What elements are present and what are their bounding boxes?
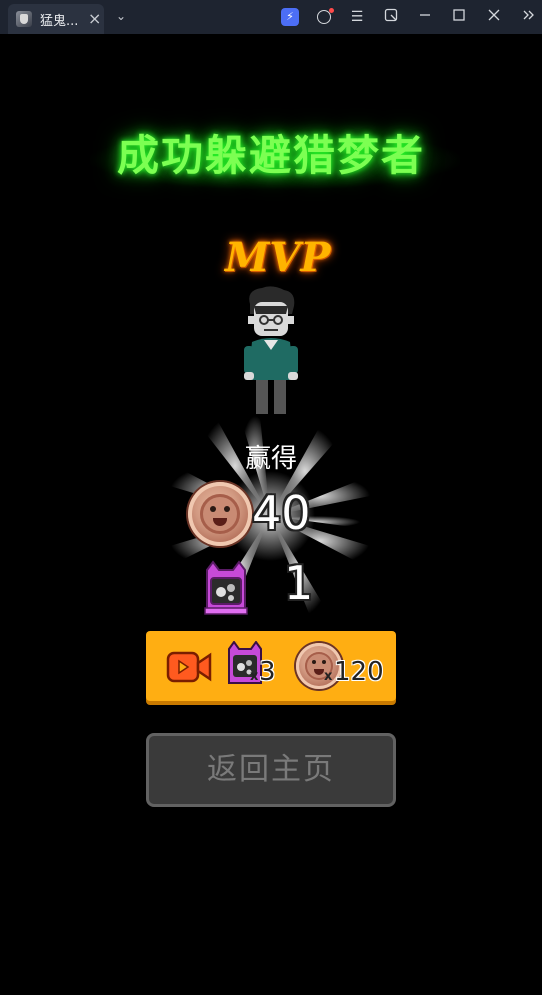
- lightning-extension-icon[interactable]: ⚡: [281, 8, 299, 26]
- mystery-box-icon: [204, 560, 248, 615]
- game-canvas: 成功躲避猎梦者 MVP 赢得 40 1 x 3 x 120 返回主页: [0, 34, 542, 995]
- tab-close-icon[interactable]: ×: [88, 11, 101, 27]
- close-window-icon[interactable]: [485, 8, 503, 26]
- menu-icon[interactable]: ☰: [348, 8, 366, 26]
- watch-ad-reward-button[interactable]: x 3 x 120: [146, 631, 396, 701]
- player-character: [244, 286, 298, 414]
- browser-tab[interactable]: 猛鬼... ×: [8, 4, 104, 34]
- box-multiplier-x: x: [250, 669, 259, 684]
- coin-reward-amount: 120: [334, 657, 384, 687]
- win-label: 赢得: [244, 444, 297, 474]
- tab-title: 猛鬼...: [40, 13, 79, 29]
- browser-title-bar: 猛鬼... × ⌄ ⚡ ☰: [0, 0, 542, 34]
- box-reward-amount: 3: [259, 657, 276, 687]
- screenshot-icon[interactable]: [382, 8, 400, 26]
- result-title: 成功躲避猎梦者: [116, 131, 425, 180]
- mvp-badge: MVP: [225, 234, 331, 281]
- coin-face-icon: [200, 494, 240, 534]
- coins-earned-count: 40: [252, 486, 311, 540]
- return-home-button[interactable]: 返回主页: [146, 733, 396, 807]
- tab-favicon-icon: [16, 11, 32, 27]
- coin-multiplier-x: x: [324, 669, 333, 684]
- minimize-icon[interactable]: [416, 8, 434, 26]
- double-chevron-right-icon[interactable]: [520, 8, 538, 26]
- tab-list-chevron-down-icon[interactable]: ⌄: [113, 8, 129, 24]
- nightmare-coin-icon: [188, 482, 252, 546]
- video-icon: [166, 651, 212, 683]
- boxes-earned-count: 1: [284, 556, 314, 610]
- maximize-icon[interactable]: [450, 8, 468, 26]
- notification-dot: [329, 8, 334, 13]
